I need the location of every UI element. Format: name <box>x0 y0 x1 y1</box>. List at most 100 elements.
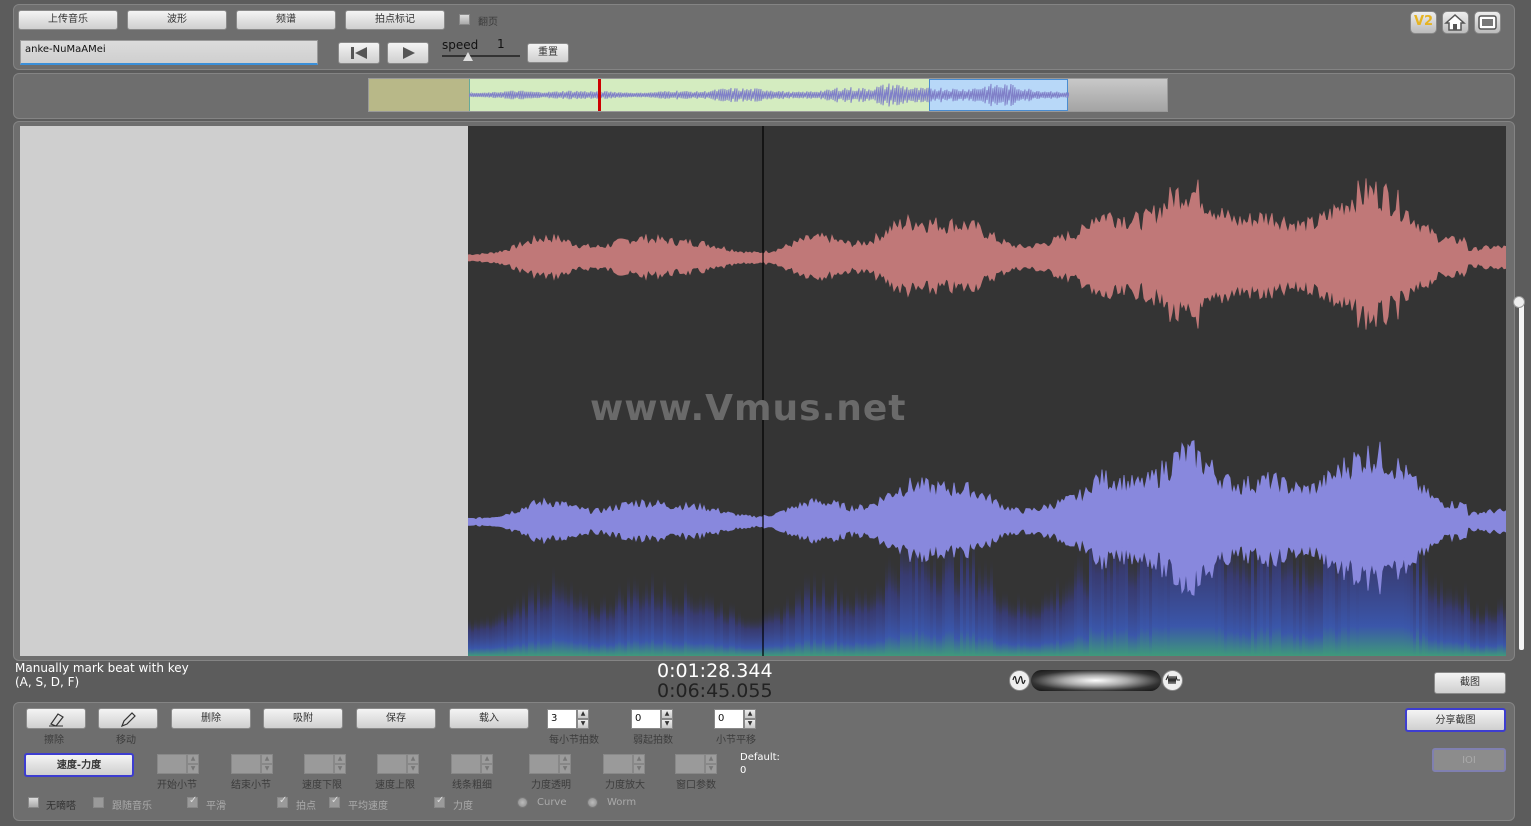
dynamics-checkbox[interactable]: ✓ <box>434 795 445 808</box>
load-button[interactable]: 载入 <box>449 708 529 729</box>
scroll-handle[interactable] <box>1513 296 1525 308</box>
beat-mark-button[interactable]: 拍点标记 <box>345 10 445 30</box>
speed-label: speed <box>442 38 479 52</box>
curve-radio[interactable] <box>517 797 528 808</box>
default-value: 0 <box>740 765 747 776</box>
tempo-lower-up[interactable]: ▲ <box>334 754 346 764</box>
check-icon: ✓ <box>189 795 198 806</box>
overview-bar[interactable] <box>368 78 1168 112</box>
waveform-zoom-in-button[interactable] <box>1162 670 1183 691</box>
fullscreen-button[interactable] <box>1474 11 1501 34</box>
speed-slider-thumb[interactable] <box>463 52 473 61</box>
bar-shift-label: 小节平移 <box>716 735 756 746</box>
waveform-button[interactable]: 波形 <box>127 10 227 30</box>
snap-button[interactable]: 吸附 <box>263 708 343 729</box>
play-button[interactable] <box>387 42 429 64</box>
bar-shift-stepper[interactable]: 0 ▲ ▼ <box>714 709 756 729</box>
pickup-up[interactable]: ▲ <box>661 709 673 719</box>
window-param-up[interactable]: ▲ <box>705 754 717 764</box>
tempo-lower-input[interactable] <box>304 754 334 774</box>
line-width-stepper[interactable]: ▲ ▼ <box>451 754 493 774</box>
beats-per-bar-input[interactable]: 3 <box>547 709 577 729</box>
end-bar-up[interactable]: ▲ <box>261 754 273 764</box>
flip-page-checkbox[interactable] <box>459 14 470 25</box>
start-bar-label: 开始小节 <box>157 780 197 791</box>
left-blank-area <box>20 126 468 656</box>
beats-per-bar-up[interactable]: ▲ <box>577 709 589 719</box>
tempo-upper-stepper[interactable]: ▲ ▼ <box>377 754 419 774</box>
erase-button[interactable] <box>26 708 86 729</box>
avg-tempo-checkbox[interactable]: ✓ <box>329 795 340 808</box>
check-icon: ✓ <box>331 795 340 806</box>
home-button[interactable] <box>1442 11 1469 34</box>
line-width-down[interactable]: ▼ <box>481 764 493 774</box>
total-time: 0:06:45.055 <box>657 680 773 702</box>
pickup-down[interactable]: ▼ <box>661 719 673 729</box>
save-button[interactable]: 保存 <box>356 708 436 729</box>
upload-music-button[interactable]: 上传音乐 <box>18 10 118 30</box>
tempo-lower-down[interactable]: ▼ <box>334 764 346 774</box>
pickup-stepper[interactable]: 0 ▲ ▼ <box>631 709 673 729</box>
vertical-scrollbar[interactable] <box>1519 300 1524 650</box>
end-bar-down[interactable]: ▼ <box>261 764 273 774</box>
smooth-checkbox[interactable]: ✓ <box>187 795 198 808</box>
spectrum-button[interactable]: 频谱 <box>236 10 336 30</box>
start-bar-input[interactable] <box>157 754 187 774</box>
end-bar-input[interactable] <box>231 754 261 774</box>
start-bar-up[interactable]: ▲ <box>187 754 199 764</box>
tempo-dynamics-button[interactable]: 速度-力度 <box>24 753 134 777</box>
beats-per-bar-stepper[interactable]: 3 ▲ ▼ <box>547 709 589 729</box>
bar-shift-up[interactable]: ▲ <box>744 709 756 719</box>
window-param-stepper[interactable]: ▲ ▼ <box>675 754 717 774</box>
tempo-upper-input[interactable] <box>377 754 407 774</box>
screenshot-button[interactable]: 截图 <box>1434 672 1506 694</box>
speed-value: 1 <box>497 37 505 51</box>
no-click-checkbox[interactable] <box>28 797 39 808</box>
end-bar-stepper[interactable]: ▲ ▼ <box>231 754 273 774</box>
watermark: www.Vmus.net <box>590 388 907 429</box>
zoom-slider[interactable] <box>1031 670 1161 691</box>
screen-icon <box>1478 15 1497 30</box>
speed-slider-track[interactable] <box>442 55 520 57</box>
reset-button[interactable]: 重置 <box>527 43 569 63</box>
window-param-input[interactable] <box>675 754 705 774</box>
v2-button[interactable]: V2 <box>1410 11 1437 34</box>
song-title-field[interactable]: anke-NuMaAMei <box>20 40 318 65</box>
move-button[interactable] <box>98 708 158 729</box>
start-bar-down[interactable]: ▼ <box>187 764 199 774</box>
bar-shift-down[interactable]: ▼ <box>744 719 756 729</box>
waveform-zoom-out-button[interactable] <box>1009 670 1030 691</box>
dynamics-opacity-down[interactable]: ▼ <box>559 764 571 774</box>
dynamics-zoom-down[interactable]: ▼ <box>633 764 645 774</box>
dynamics-zoom-input[interactable] <box>603 754 633 774</box>
rewind-button[interactable] <box>338 42 380 64</box>
avg-tempo-label: 平均速度 <box>348 801 388 812</box>
bar-shift-input[interactable]: 0 <box>714 709 744 729</box>
overview-playhead[interactable] <box>598 79 601 111</box>
tempo-upper-up[interactable]: ▲ <box>407 754 419 764</box>
ioi-button[interactable]: IOI <box>1432 748 1506 772</box>
dynamics-zoom-stepper[interactable]: ▲ ▼ <box>603 754 645 774</box>
follow-music-checkbox[interactable] <box>93 797 104 808</box>
beat-checkbox[interactable]: ✓ <box>277 795 288 808</box>
eraser-icon <box>49 713 64 727</box>
worm-radio[interactable] <box>587 797 598 808</box>
delete-button[interactable]: 删除 <box>171 708 251 729</box>
line-width-up[interactable]: ▲ <box>481 754 493 764</box>
dynamics-opacity-stepper[interactable]: ▲ ▼ <box>529 754 571 774</box>
tempo-lower-stepper[interactable]: ▲ ▼ <box>304 754 346 774</box>
dynamics-zoom-up[interactable]: ▲ <box>633 754 645 764</box>
dynamics-opacity-input[interactable] <box>529 754 559 774</box>
window-param-down[interactable]: ▼ <box>705 764 717 774</box>
window-param-label: 窗口参数 <box>676 780 716 791</box>
tempo-upper-down[interactable]: ▼ <box>407 764 419 774</box>
pen-icon <box>120 712 136 728</box>
line-width-input[interactable] <box>451 754 481 774</box>
home-icon <box>1444 13 1466 31</box>
share-screenshot-button[interactable]: 分享截图 <box>1405 708 1506 732</box>
waveform-spectrogram-canvas[interactable]: www.Vmus.net <box>468 126 1506 656</box>
start-bar-stepper[interactable]: ▲ ▼ <box>157 754 199 774</box>
beats-per-bar-down[interactable]: ▼ <box>577 719 589 729</box>
dynamics-opacity-up[interactable]: ▲ <box>559 754 571 764</box>
pickup-input[interactable]: 0 <box>631 709 661 729</box>
